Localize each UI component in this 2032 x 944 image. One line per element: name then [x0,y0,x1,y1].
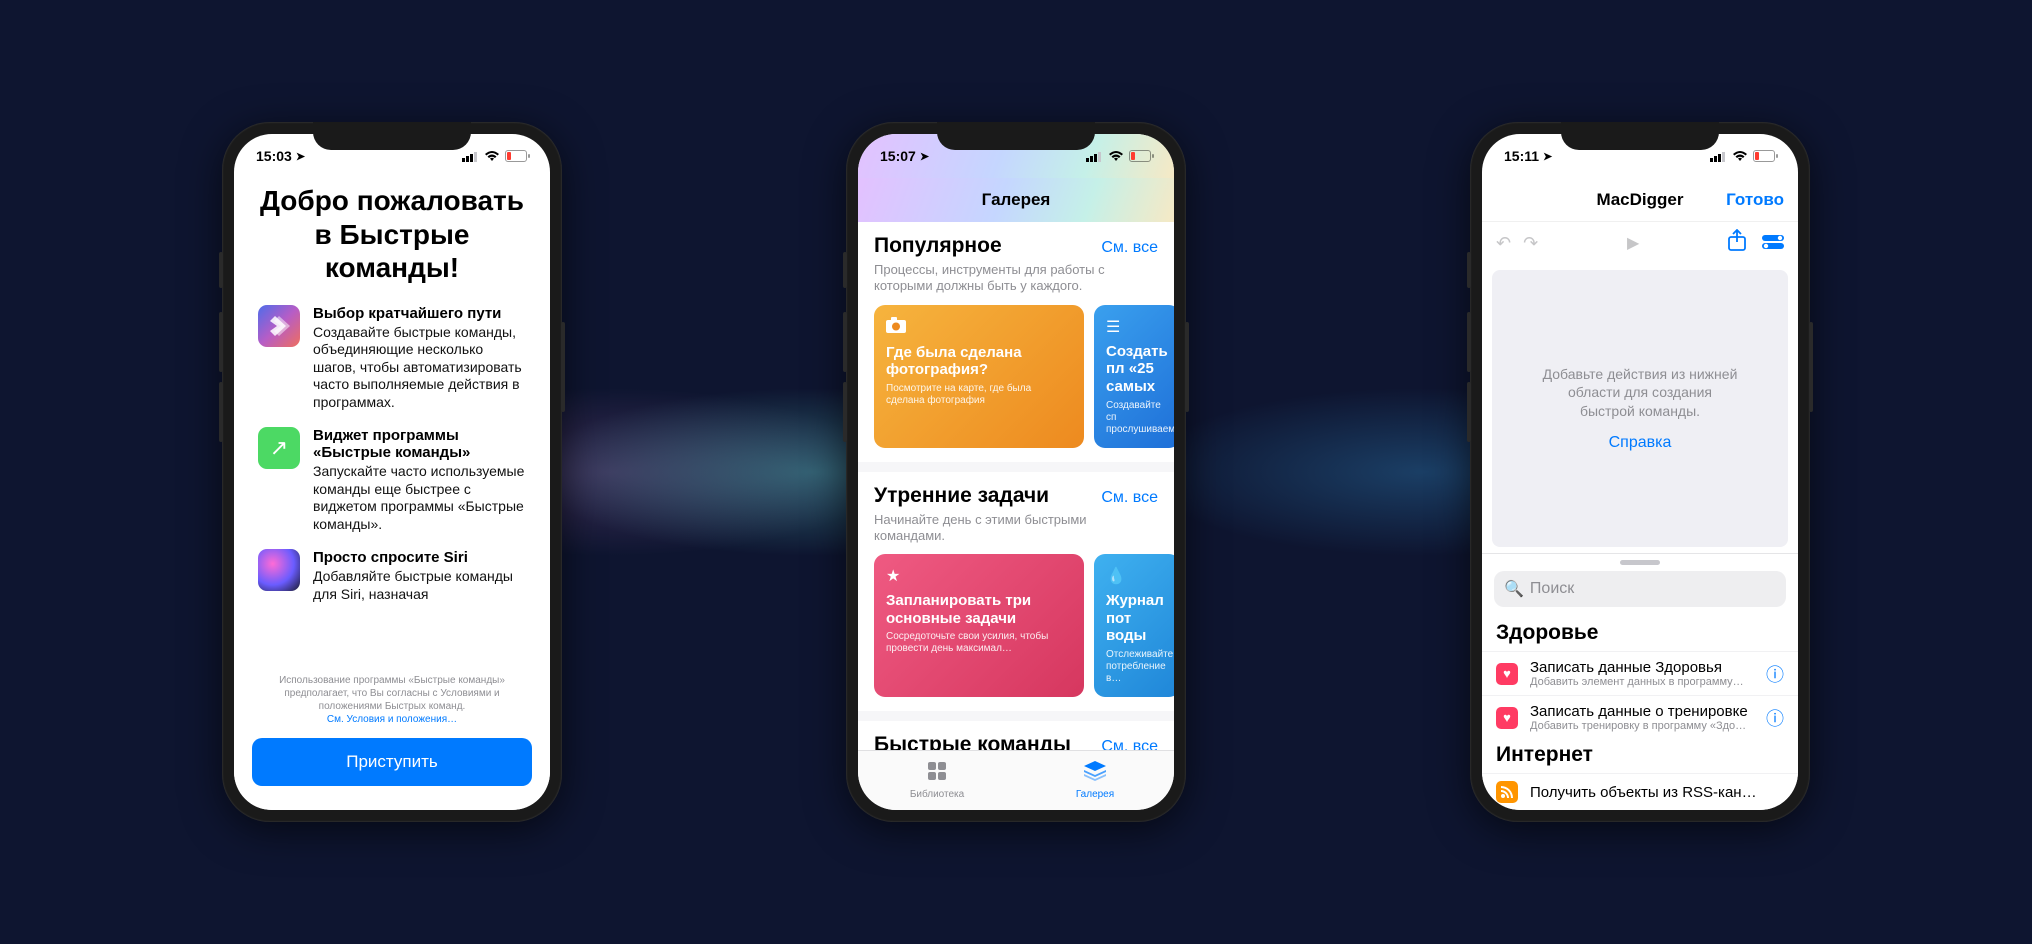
action-title: Записать данные Здоровья [1530,659,1754,676]
cellular-signal-icon [1086,151,1103,162]
shortcut-card-water-log[interactable]: 💧 Журнал пот воды Отслеживайте потреблен… [1094,554,1174,697]
shortcut-card-playlist[interactable]: ☰ Создать пл «25 самых Создавайте сп про… [1094,305,1174,448]
actions-sheet[interactable]: 🔍 Поиск Здоровье ♥ Записать данные Здоро… [1482,553,1798,810]
battery-low-icon [1129,150,1154,162]
done-button[interactable]: Готово [1726,190,1784,210]
legal-text: Использование программы «Быстрые команды… [252,674,532,726]
action-log-health-data[interactable]: ♥ Записать данные Здоровья Добавить элем… [1482,651,1798,695]
editor-nav: MacDigger Готово [1482,178,1798,222]
cellular-signal-icon [462,151,479,162]
search-input[interactable]: 🔍 Поиск [1494,571,1786,607]
help-link[interactable]: Справка [1609,434,1672,452]
shortcut-card-photo-location[interactable]: Где была сделана фотография? Посмотрите … [874,305,1084,448]
search-icon: 🔍 [1504,579,1524,599]
see-all-button[interactable]: См. все [1101,738,1158,750]
shortcut-card-plan-tasks[interactable]: ★ Запланировать три основные задачи Соср… [874,554,1084,697]
camera-icon [886,317,1072,338]
card-title: Где была сделана фотография? [886,344,1072,379]
section-title-popular: Популярное [874,234,1002,258]
status-time: 15:07 [880,148,916,164]
card-title: Журнал пот воды [1106,592,1168,645]
terms-link[interactable]: См. Условия и положения… [327,714,457,725]
phone-mockup-3: 15:11➤ MacDigger Готово ↶ ↷ ▶ Доба [1470,122,1810,822]
feature-title: Виджет программы «Быстрые команды» [313,427,526,461]
welcome-title: Добро пожаловать в Быстрые команды! [258,184,526,285]
share-icon[interactable] [1728,229,1746,257]
empty-editor-canvas: Добавьте действия из нижней области для … [1492,270,1788,547]
phone-mockup-1: 15:03 ➤ Добро пожаловать в Быстрые коман… [222,122,562,822]
feature-description: Создавайте быстрые команды, объединяющие… [313,324,526,412]
battery-low-icon [1753,150,1778,162]
feature-widget: ↗ Виджет программы «Быстрые команды» Зап… [258,427,526,533]
card-subtitle: Отслеживайте потребление в… [1106,649,1168,685]
tab-label: Библиотека [910,789,964,800]
layers-icon [1084,761,1106,787]
action-get-rss-items[interactable]: Получить объекты из RSS-кан… [1482,773,1798,810]
card-subtitle: Посмотрите на карте, где была сделана фо… [886,383,1072,407]
section-health-title: Здоровье [1482,617,1798,651]
action-title: Записать данные о тренировке [1530,703,1754,720]
drop-icon: 💧 [1106,566,1168,586]
list-icon: ☰ [1106,317,1168,337]
shortcut-name-title: MacDigger [1597,190,1684,210]
section-internet-title: Интернет [1482,739,1798,773]
section-title-shortcuts: Быстрые команды [874,733,1071,750]
siri-icon [258,549,300,591]
location-icon: ➤ [920,150,929,163]
info-button[interactable]: ⓘ [1766,661,1784,687]
section-subtitle: Процессы, инструменты для работы с котор… [874,262,1158,295]
editor-toolbar: ↶ ↷ ▶ [1482,222,1798,264]
tab-label: Галерея [1076,789,1114,800]
heart-icon: ♥ [1496,663,1518,685]
see-all-button[interactable]: См. все [1101,489,1158,507]
action-title: Получить объекты из RSS-кан… [1530,784,1784,801]
feature-title: Просто спросите Siri [313,549,526,566]
wifi-icon [1108,150,1124,162]
feature-description: Добавляйте быстрые команды для Siri, наз… [313,568,526,603]
status-time: 15:03 [256,148,292,164]
wifi-icon [484,150,500,162]
action-log-workout[interactable]: ♥ Записать данные о тренировке Добавить … [1482,695,1798,739]
section-title-morning: Утренние задачи [874,484,1049,508]
card-title: Создать пл «25 самых [1106,343,1168,396]
info-button[interactable]: ⓘ [1766,705,1784,731]
tab-bar: Библиотека Галерея [858,750,1174,810]
feature-title: Выбор кратчайшего пути [313,305,526,322]
search-placeholder: Поиск [1530,580,1574,598]
rss-icon [1496,781,1518,803]
battery-low-icon [505,150,530,162]
cellular-signal-icon [1710,151,1727,162]
card-subtitle: Сосредоточьте свои усилия, чтобы провест… [886,631,1072,655]
see-all-button[interactable]: См. все [1101,239,1158,257]
sheet-grabber[interactable] [1620,560,1660,565]
star-icon: ★ [886,566,1072,586]
location-icon: ➤ [296,150,305,163]
heart-icon: ♥ [1496,707,1518,729]
action-subtitle: Добавить тренировку в программу «Здо… [1530,720,1754,732]
settings-toggle-icon[interactable] [1762,232,1784,255]
get-started-button[interactable]: Приступить [252,738,532,786]
card-subtitle: Создавайте сп прослушиваем [1106,400,1168,436]
phone-mockup-2: 15:07 ➤ Галерея Популярное См. все Процес… [846,122,1186,822]
grid-icon [927,761,947,787]
feature-shortcuts: Выбор кратчайшего пути Создавайте быстры… [258,305,526,412]
feature-siri: Просто спросите Siri Добавляйте быстрые … [258,549,526,603]
shortcuts-app-icon [258,305,300,347]
tab-gallery[interactable]: Галерея [1016,751,1174,810]
section-subtitle: Начинайте день с этими быстрыми командам… [874,512,1158,545]
feature-description: Запускайте часто используемые команды ещ… [313,463,526,533]
status-time: 15:11 [1504,148,1539,164]
tab-library[interactable]: Библиотека [858,751,1016,810]
redo-button[interactable]: ↷ [1523,233,1538,254]
play-button[interactable]: ▶ [1627,233,1639,253]
nav-title: Галерея [858,178,1174,222]
action-subtitle: Добавить элемент данных в программу… [1530,676,1754,688]
card-title: Запланировать три основные задачи [886,592,1072,627]
widget-icon: ↗ [258,427,300,469]
undo-button[interactable]: ↶ [1496,233,1511,254]
location-icon: ➤ [1543,150,1552,163]
wifi-icon [1732,150,1748,162]
